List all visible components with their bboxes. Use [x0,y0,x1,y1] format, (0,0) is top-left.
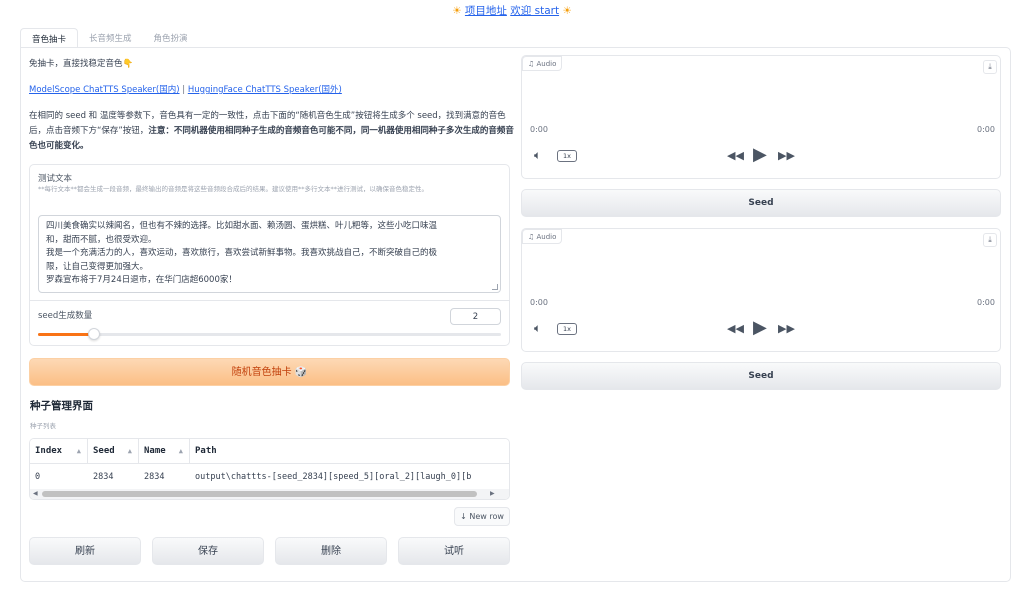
divider [29,300,510,301]
refresh-button[interactable]: 刷新 [29,537,141,565]
sort-icon[interactable]: ▲ [128,439,132,464]
playback-speed-button[interactable]: 1x [557,150,577,162]
text-line: 四川美食确实以辣闻名，但也有不辣的选择。比如甜水面、赖汤圆、蛋烘糕、叶儿粑等，这… [46,221,438,231]
column-header-seed[interactable]: Seed ▲ [88,439,139,464]
text-line: 和，甜而不腻，也很受欢迎。 [46,234,157,245]
audio-player-2: ♫ Audio ⤓ 0:00 0:00 🔈︎ 1x ◀◀ ▶ ▶▶ [521,228,1001,352]
horizontal-scrollbar[interactable]: ◀ ▶ [30,489,509,499]
resize-handle[interactable] [492,284,498,290]
cell-path[interactable]: output\chattts-[seed_2834][speed_5][oral… [190,465,509,489]
play-icon[interactable]: ▶ [753,146,767,164]
seed-count-slider-thumb[interactable] [87,328,100,340]
audio-player-1: ♫ Audio ⤓ 0:00 0:00 🔈︎ 1x ◀◀ ▶ ▶▶ [521,55,1001,179]
speaker-links: ModelScope ChatTTS Speaker(国内) | Hugging… [29,83,342,95]
text-line: 限，让自己变得更加强大。 [46,261,149,272]
project-link[interactable]: 项目地址 [465,5,507,17]
delete-button[interactable]: 删除 [275,537,387,565]
rewind-icon[interactable]: ◀◀ [727,323,744,334]
test-text-hint: **每行文本**都会生成一段音频，最终输出的音频是将这些音频段合成后的结果。建议… [38,185,428,193]
rewind-icon[interactable]: ◀◀ [727,150,744,161]
volume-icon[interactable]: 🔈︎ [534,322,541,334]
seed-count-slider-fill [38,333,94,336]
link-separator: | [179,85,188,95]
new-row-button[interactable]: ↓ New row [454,507,510,526]
column-header-name[interactable]: Name ▲ [139,439,190,464]
music-icon: ♫ [528,60,537,68]
preview-button[interactable]: 试听 [398,537,510,565]
tab-role-play[interactable]: 角色扮演 [143,28,199,48]
seed-count-label: seed生成数量 [38,311,93,321]
sun-icon: ☀ [562,5,572,17]
table-header: Index ▲ Seed ▲ Name ▲ Path [30,439,509,464]
seed-button-2[interactable]: Seed [521,362,1001,390]
description-text: 在相同的 seed 和 温度等参数下，音色具有一定的一致性，点击下面的“随机音色… [29,111,514,151]
text-line: 我是一个充满活力的人，喜欢运动，喜欢旅行，喜欢尝试新鲜事物。我喜欢挑战自己，不断… [46,248,438,258]
text-line: 罗森宣布将于7月24日退市，在华门店超6000家！ [46,275,237,285]
download-icon[interactable]: ⤓ [983,233,997,247]
sun-icon: ☀ [452,5,462,17]
time-current: 0:00 [530,298,548,307]
tab-voice-draw[interactable]: 音色抽卡 [20,28,79,48]
seed-button-1[interactable]: Seed [521,189,1001,217]
test-text-label: 测试文本 [38,174,73,184]
scrollbar-thumb[interactable] [42,491,477,497]
fast-forward-icon[interactable]: ▶▶ [778,323,795,334]
cell-seed[interactable]: 2834 [88,465,139,489]
scroll-right-icon[interactable]: ▶ [490,489,495,499]
download-icon[interactable]: ⤓ [983,60,997,74]
column-header-path[interactable]: Path [190,439,509,464]
cell-index[interactable]: 0 [30,465,88,489]
intro-text: 免抽卡，直接找稳定音色👇 [29,59,134,69]
audio-label: ♫ Audio [522,56,563,71]
column-header-index[interactable]: Index ▲ [30,439,88,464]
sort-icon[interactable]: ▲ [179,439,183,464]
seed-table: Index ▲ Seed ▲ Name ▲ Path 0 2834 2834 outp… [29,438,510,500]
time-current: 0:00 [530,125,548,134]
seed-list-label: 种子列表 [30,422,56,430]
test-text-input[interactable]: 四川美食确实以辣闻名，但也有不辣的选择。比如甜水面、赖汤圆、蛋烘糕、叶儿粑等，这… [38,215,501,293]
tab-bar: 音色抽卡 长音频生成 角色扮演 [20,28,199,48]
audio-label: ♫ Audio [522,229,563,244]
sort-icon[interactable]: ▲ [77,439,81,464]
random-voice-button[interactable]: 随机音色抽卡 🎲 [29,358,510,386]
time-duration: 0:00 [977,298,995,307]
fast-forward-icon[interactable]: ▶▶ [778,150,795,161]
play-icon[interactable]: ▶ [753,319,767,337]
modelscope-link[interactable]: ModelScope ChatTTS Speaker(国内) [29,85,180,95]
huggingface-link[interactable]: HuggingFace ChatTTS Speaker(国外) [188,85,342,95]
scroll-left-icon[interactable]: ◀ [33,489,38,499]
playback-speed-button[interactable]: 1x [557,323,577,335]
project-header: ☀ 项目地址 欢迎 start ☀ [0,3,1024,18]
cell-name[interactable]: 2834 [139,465,190,489]
save-button[interactable]: 保存 [152,537,264,565]
star-link[interactable]: 欢迎 start [510,5,559,17]
seed-count-slider-track[interactable] [38,333,501,336]
music-icon: ♫ [528,233,537,241]
tab-long-audio[interactable]: 长音频生成 [78,28,143,48]
seed-count-input[interactable]: 2 [450,308,501,325]
time-duration: 0:00 [977,125,995,134]
seed-mgmt-title: 种子管理界面 [30,400,93,412]
volume-icon[interactable]: 🔈︎ [534,149,541,161]
